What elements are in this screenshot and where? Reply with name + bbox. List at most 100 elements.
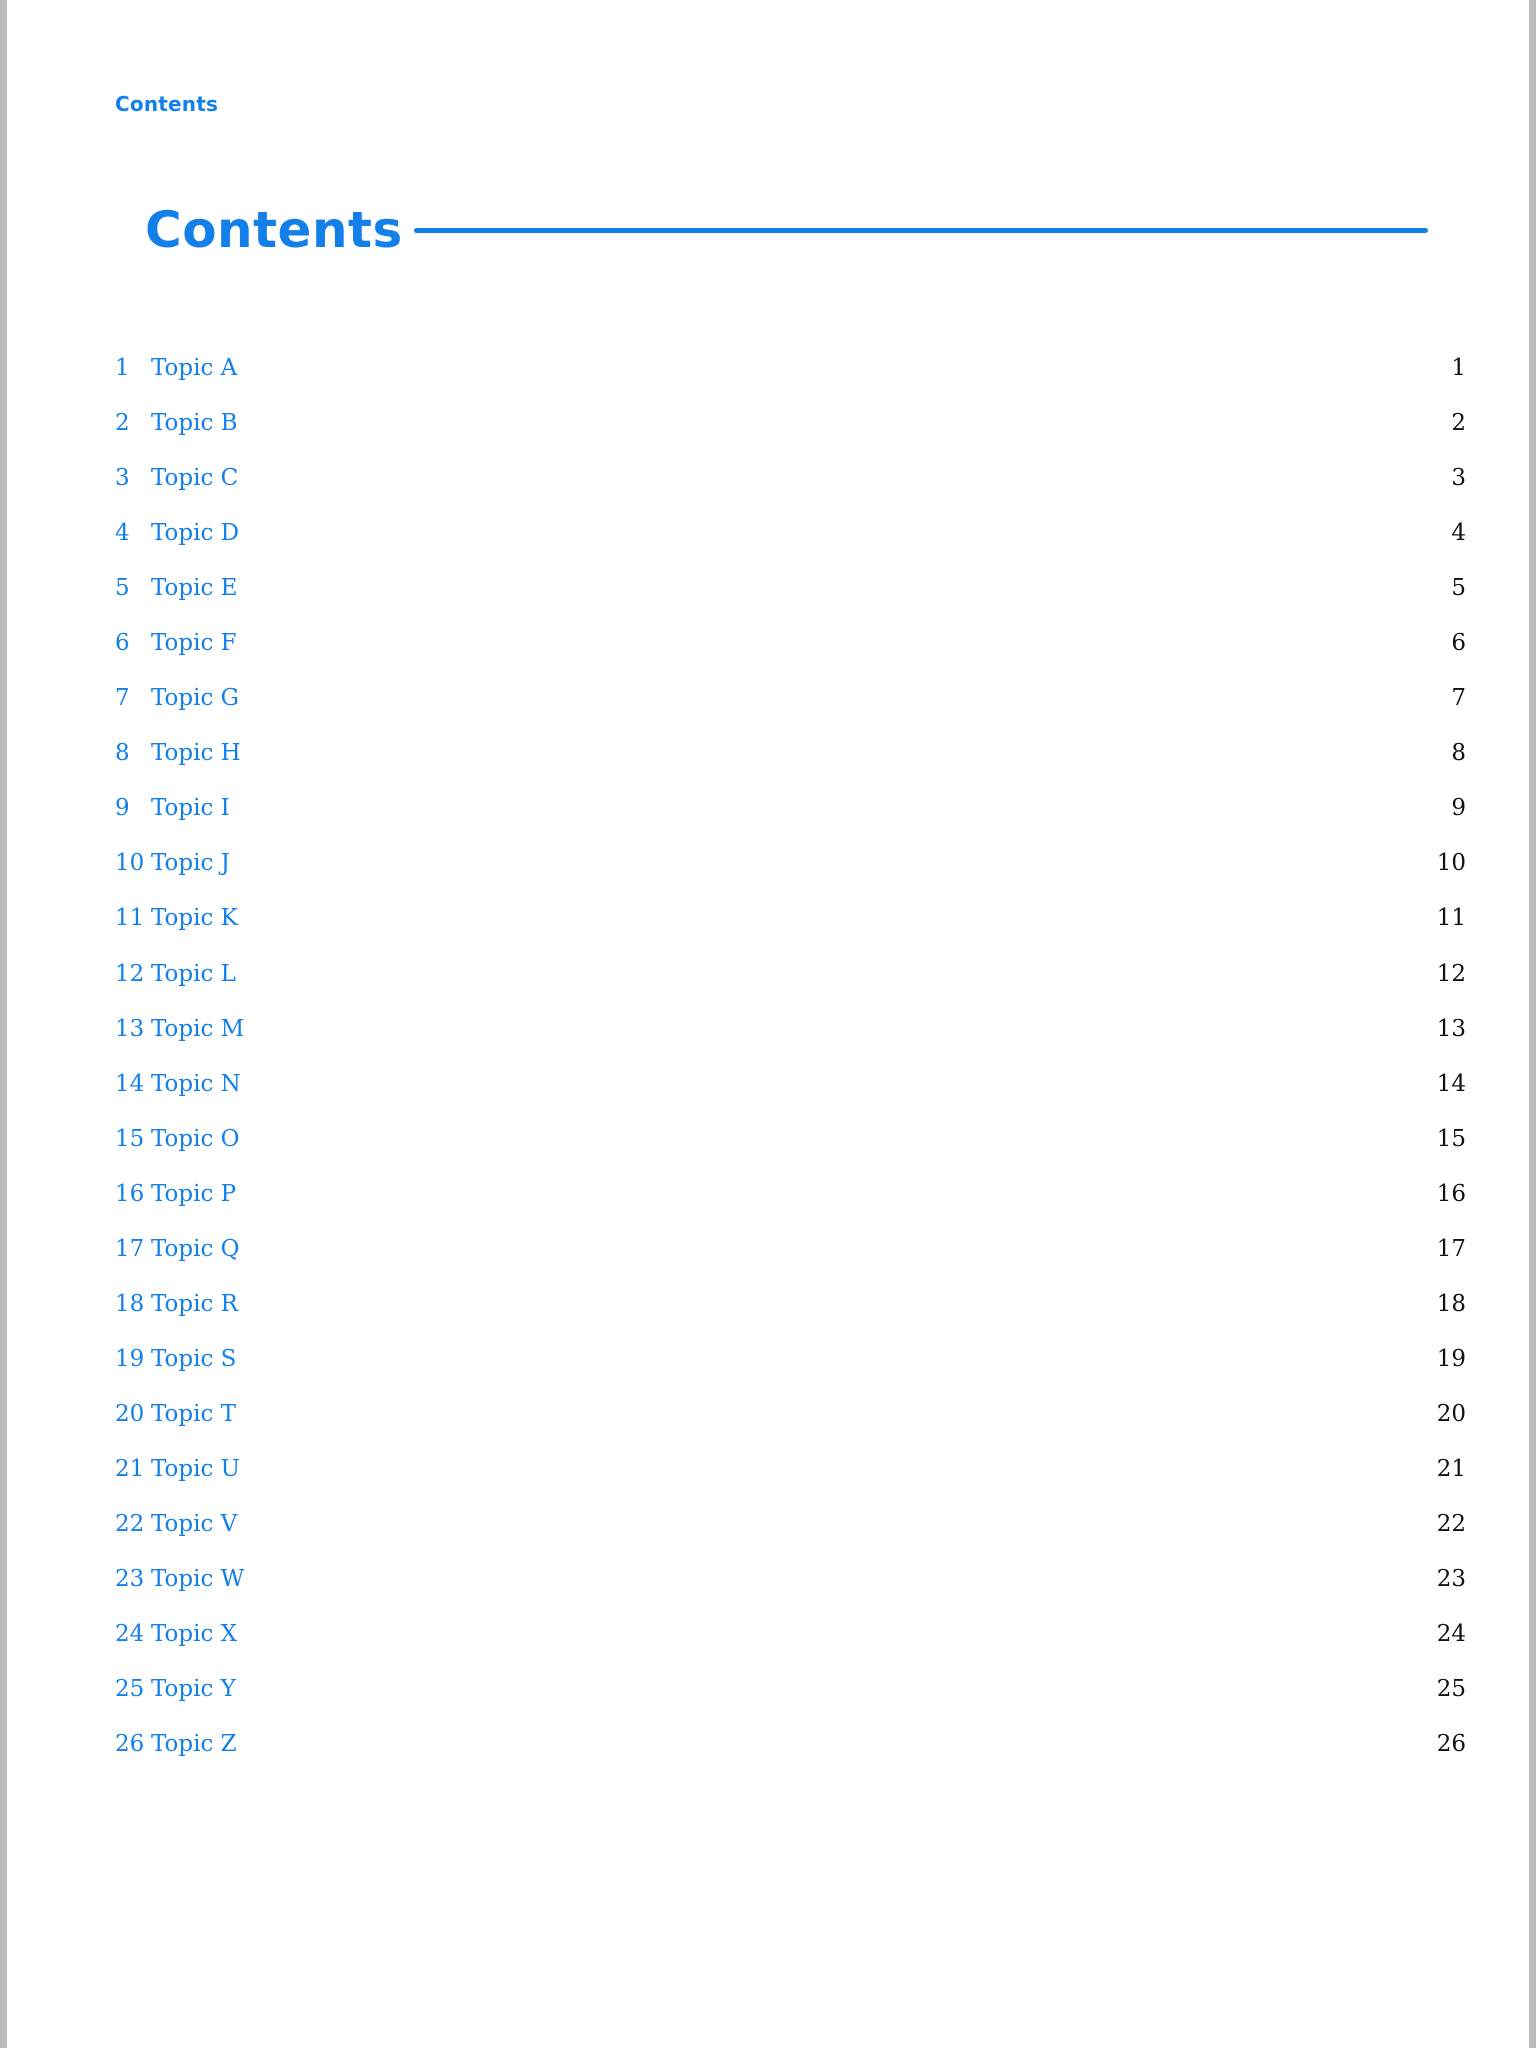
toc-entry-link[interactable]: 11 Topic K	[115, 896, 238, 940]
toc-entry-link[interactable]: 2 Topic B	[115, 401, 238, 445]
toc-entry-number: 13	[115, 1015, 145, 1042]
toc-entry-link[interactable]: 18 Topic R	[115, 1282, 238, 1326]
toc-entry-number: 9	[115, 795, 130, 822]
table-of-contents: 1 Topic A 1 2 Topic B 2 3 Topic C 3 4 Topic D4 …	[115, 346, 1466, 1777]
toc-entry-label: Topic V	[151, 1510, 238, 1537]
toc-entry-number: 6	[115, 630, 130, 657]
toc-entry-label: Topic J	[151, 850, 230, 877]
toc-entry-link[interactable]: 22 Topic V	[115, 1502, 237, 1546]
toc-row: 23 Topic W 23	[115, 1557, 1466, 1612]
toc-entry-number: 19	[115, 1345, 145, 1372]
toc-entry-link[interactable]: 24 Topic X	[115, 1612, 237, 1656]
toc-row: 26 Topic Z 26	[115, 1722, 1466, 1777]
toc-entry-number: 12	[115, 960, 145, 987]
toc-entry-number: 22	[115, 1510, 145, 1537]
toc-entry-number: 11	[115, 905, 145, 932]
toc-entry-page: 15	[1436, 1125, 1466, 1152]
toc-entry-link[interactable]: 1 Topic A	[115, 346, 237, 390]
toc-entry-link[interactable]: 14 Topic N	[115, 1062, 241, 1106]
toc-entry-label: Topic X	[151, 1621, 238, 1648]
toc-entry-link[interactable]: 12 Topic L	[115, 952, 236, 996]
toc-entry-page: 25	[1436, 1676, 1466, 1703]
toc-entry-link[interactable]: 13 Topic M	[115, 1007, 244, 1051]
toc-row: 11 Topic K 11	[115, 896, 1466, 951]
toc-entry-number: 10	[115, 850, 145, 877]
toc-entry-page: 1	[1451, 355, 1466, 381]
toc-entry-number: 1	[115, 355, 130, 381]
toc-entry-link[interactable]: 5 Topic E	[115, 566, 237, 610]
toc-entry-page: 23	[1436, 1566, 1466, 1593]
toc-entry-label: Topic G	[151, 685, 240, 712]
toc-entry-link[interactable]: 21 Topic U	[115, 1447, 240, 1491]
toc-entry-link[interactable]: 3 Topic C	[115, 456, 238, 500]
toc-entry-number: 23	[115, 1566, 145, 1593]
running-header: Contents	[115, 92, 219, 116]
toc-entry-page: 16	[1436, 1180, 1466, 1207]
toc-entry-label: Topic P	[151, 1180, 237, 1207]
toc-row: 5 Topic E 5	[115, 566, 1466, 621]
toc-entry-link[interactable]: 19 Topic S	[115, 1337, 236, 1381]
toc-entry-link[interactable]: 9 Topic I	[115, 786, 230, 830]
toc-entry-link[interactable]: 20 Topic T	[115, 1392, 236, 1436]
toc-entry-label: Topic I	[151, 795, 230, 822]
toc-entry-label: Topic C	[151, 465, 239, 492]
toc-entry-number: 26	[115, 1731, 145, 1758]
toc-entry-label: Topic O	[151, 1125, 240, 1152]
toc-entry-number: 5	[115, 575, 130, 602]
toc-row: 21 Topic U 21	[115, 1447, 1466, 1502]
toc-entry-number: 20	[115, 1400, 145, 1427]
toc-entry-link[interactable]: 6 Topic F	[115, 621, 237, 665]
toc-entry-number: 16	[115, 1180, 145, 1207]
toc-entry-label: Topic L	[151, 960, 236, 987]
toc-entry-page: 4	[1451, 520, 1466, 547]
toc-entry-link[interactable]: 23 Topic W	[115, 1557, 244, 1601]
toc-row: 25 Topic Y 25	[115, 1667, 1466, 1722]
toc-entry-label: Topic B	[151, 410, 238, 437]
toc-entry-label: Topic H	[151, 740, 241, 767]
toc-entry-label: Topic T	[151, 1400, 237, 1427]
toc-row: 12 Topic L 12	[115, 952, 1466, 1007]
toc-entry-link[interactable]: 25 Topic Y	[115, 1667, 236, 1711]
toc-row: 8 Topic H 8	[115, 731, 1466, 786]
toc-entry-link[interactable]: 17 Topic Q	[115, 1227, 240, 1271]
toc-entry-link[interactable]: 16 Topic P	[115, 1172, 236, 1216]
toc-row: 18 Topic R 18	[115, 1282, 1466, 1337]
toc-entry-label: Topic A	[151, 355, 238, 381]
toc-entry-page: 9	[1451, 795, 1466, 822]
toc-entry-page: 8	[1451, 740, 1466, 767]
toc-entry-number: 21	[115, 1455, 145, 1482]
toc-entry-link[interactable]: 7 Topic G	[115, 676, 239, 720]
toc-entry-label: Topic W	[151, 1566, 245, 1593]
toc-row: 20 Topic T 20	[115, 1392, 1466, 1447]
toc-entry-link[interactable]: 26 Topic Z	[115, 1722, 237, 1766]
toc-entry-label: Topic R	[151, 1290, 238, 1317]
toc-row: 16 Topic P 16	[115, 1172, 1466, 1227]
toc-entry-label: Topic S	[151, 1345, 237, 1372]
toc-entry-link[interactable]: 4 Topic D	[115, 511, 239, 555]
toc-entry-number: 2	[115, 410, 130, 437]
toc-row: 24 Topic X 24	[115, 1612, 1466, 1667]
toc-row: 19 Topic S 19	[115, 1337, 1466, 1392]
toc-entry-label: Topic M	[151, 1015, 245, 1042]
toc-entry-label: Topic N	[151, 1070, 241, 1097]
toc-entry-label: Topic Z	[151, 1731, 237, 1758]
toc-entry-label: Topic Y	[151, 1676, 236, 1703]
toc-entry-number: 7	[115, 685, 130, 712]
toc-entry-number: 18	[115, 1290, 145, 1317]
toc-entry-page: 6	[1451, 630, 1466, 657]
toc-entry-number: 17	[115, 1235, 145, 1262]
toc-row: 22 Topic V 22	[115, 1502, 1466, 1557]
toc-entry-page: 22	[1436, 1510, 1466, 1537]
toc-entry-page: 21	[1436, 1455, 1466, 1482]
toc-entry-label: Topic U	[151, 1455, 241, 1482]
toc-entry-page: 12	[1436, 960, 1466, 987]
toc-row: 10 Topic J 10	[115, 841, 1466, 896]
toc-entry-page: 3	[1451, 465, 1466, 492]
toc-entry-label: Topic D	[151, 520, 240, 547]
toc-entry-page: 13	[1436, 1015, 1466, 1042]
toc-entry-page: 14	[1436, 1070, 1466, 1097]
toc-entry-link[interactable]: 8 Topic H	[115, 731, 241, 775]
toc-entry-link[interactable]: 10 Topic J	[115, 841, 230, 885]
toc-entry-link[interactable]: 15 Topic O	[115, 1117, 240, 1161]
toc-entry-number: 24	[115, 1621, 145, 1648]
